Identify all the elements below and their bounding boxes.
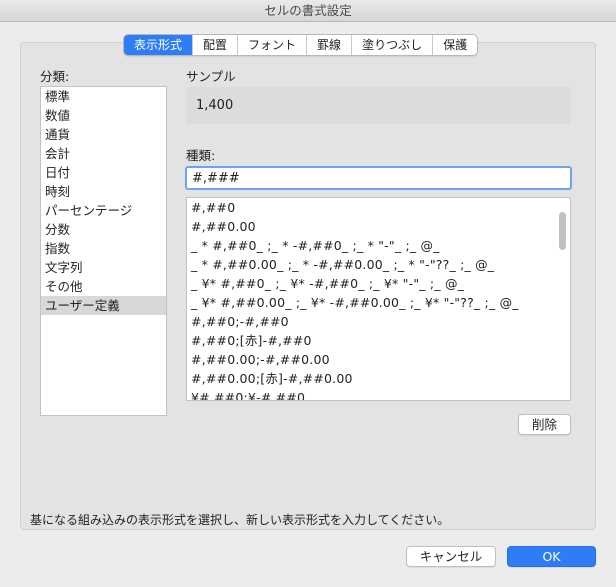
description-text: 基になる組み込みの表示形式を選択し、新しい表示形式を入力してください。	[30, 513, 450, 527]
format-item[interactable]: #,##0.00;[赤]-#,##0.00	[187, 369, 570, 388]
tab-font[interactable]: フォント	[238, 35, 308, 55]
ok-button[interactable]: OK	[507, 546, 596, 567]
category-item-accounting[interactable]: 会計	[41, 144, 166, 163]
category-item-date[interactable]: 日付	[41, 163, 166, 182]
format-item[interactable]: #,##0	[187, 198, 570, 217]
category-item-general[interactable]: 標準	[41, 87, 166, 106]
format-item[interactable]: _ ¥* #,##0_ ;_ ¥* -#,##0_ ;_ ¥* "-"_ ;_ …	[187, 274, 570, 293]
category-label: 分類:	[40, 69, 70, 84]
sample-value: 1,400	[186, 87, 571, 124]
format-item[interactable]: ¥#,##0;¥-#,##0	[187, 388, 570, 400]
tab-number-format[interactable]: 表示形式	[124, 35, 194, 55]
type-label: 種類:	[186, 148, 216, 163]
format-list-scrollbar[interactable]	[559, 212, 566, 250]
type-input[interactable]	[185, 166, 572, 190]
format-item[interactable]: #,##0.00;-#,##0.00	[187, 350, 570, 369]
cancel-button[interactable]: キャンセル	[406, 546, 496, 567]
format-item[interactable]: _ * #,##0.00_ ;_ * -#,##0.00_ ;_ * "-"??…	[187, 255, 570, 274]
format-item[interactable]: #,##0;[赤]-#,##0	[187, 331, 570, 350]
category-item-fraction[interactable]: 分数	[41, 220, 166, 239]
category-item-special[interactable]: その他	[41, 277, 166, 296]
format-item[interactable]: _ * #,##0_ ;_ * -#,##0_ ;_ * "-"_ ;_ @_	[187, 236, 570, 255]
delete-button[interactable]: 削除	[518, 414, 571, 435]
category-list[interactable]: 標準 数値 通貨 会計 日付 時刻 パーセンテージ 分数 指数 文字列 その他 …	[40, 86, 167, 416]
tab-alignment[interactable]: 配置	[193, 35, 239, 55]
format-list[interactable]: #,##0 #,##0.00 _ * #,##0_ ;_ * -#,##0_ ;…	[186, 197, 571, 401]
category-item-scientific[interactable]: 指数	[41, 239, 166, 258]
format-cells-dialog: セルの書式設定 表示形式 配置 フォント 罫線 塗りつぶし 保護 分類: 標準 …	[0, 0, 616, 587]
category-item-currency[interactable]: 通貨	[41, 125, 166, 144]
category-item-time[interactable]: 時刻	[41, 182, 166, 201]
format-item[interactable]: _ ¥* #,##0.00_ ;_ ¥* -#,##0.00_ ;_ ¥* "-…	[187, 293, 570, 312]
category-item-custom[interactable]: ユーザー定義	[41, 296, 166, 315]
sample-label: サンプル	[186, 69, 236, 84]
tab-border[interactable]: 罫線	[307, 35, 353, 55]
window-title: セルの書式設定	[0, 0, 616, 22]
category-item-number[interactable]: 数値	[41, 106, 166, 125]
tab-protection[interactable]: 保護	[433, 35, 477, 55]
tab-fill[interactable]: 塗りつぶし	[352, 35, 434, 55]
category-item-text[interactable]: 文字列	[41, 258, 166, 277]
tab-bar: 表示形式 配置 フォント 罫線 塗りつぶし 保護	[123, 34, 479, 56]
format-item[interactable]: #,##0;-#,##0	[187, 312, 570, 331]
format-item[interactable]: #,##0.00	[187, 217, 570, 236]
category-item-percentage[interactable]: パーセンテージ	[41, 201, 166, 220]
